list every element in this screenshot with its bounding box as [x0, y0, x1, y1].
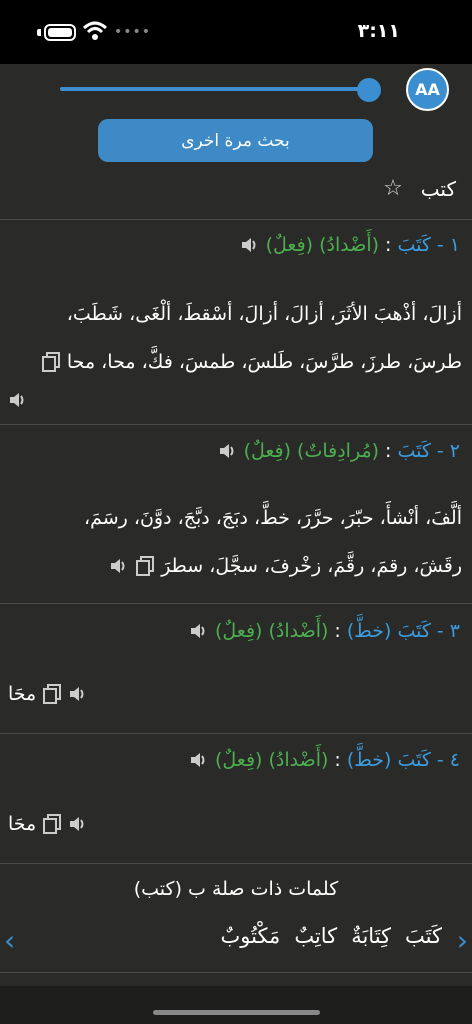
- speaker-icon[interactable]: [189, 750, 209, 770]
- wifi-icon: [82, 21, 108, 40]
- signal-dots-icon: ••••: [114, 24, 152, 40]
- entry-number: ٣ -: [436, 620, 460, 642]
- speaker-icon[interactable]: [68, 814, 88, 834]
- font-size-slider[interactable]: [60, 87, 370, 91]
- copy-icon[interactable]: [42, 683, 62, 705]
- copy-icon[interactable]: [41, 351, 61, 373]
- status-bar: •••• ٣:١١: [0, 0, 472, 64]
- divider: [0, 863, 472, 864]
- entry-4-line1: محَا: [8, 813, 37, 835]
- battery-icon: [44, 24, 76, 41]
- related-word[interactable]: كَتَبَ: [405, 924, 442, 948]
- divider: [0, 972, 472, 973]
- entry-pos: (فِعلٌ): [215, 749, 263, 771]
- word-title: كتب: [420, 176, 456, 201]
- entry-number: ٤ -: [436, 749, 460, 771]
- entry-1-line1: أزالَ، أذْهبَ الأثَرَ، أزالَ، أزالَ، أسْ…: [66, 303, 462, 325]
- font-size-slider-knob[interactable]: [357, 78, 381, 102]
- entry-relation: (أَضْدادُ): [268, 620, 329, 642]
- divider: [0, 733, 472, 734]
- entry-word[interactable]: كَتَبَ: [397, 234, 430, 256]
- entry-2-line2: رقَشَ، رقمَ، رقَّمَ، زخْرفَ، سجَّلَ، سطر…: [161, 555, 462, 577]
- entry-1-line2: طرسَ، طرزَ، طرَّسَ، طَلسَ، طمسَ، فكَّ، م…: [66, 351, 462, 373]
- entry-relation: (أَضْدادُ): [319, 234, 380, 256]
- bottom-bar: [0, 986, 472, 1024]
- status-time: ٣:١١: [357, 20, 400, 42]
- related-words-list: كَتَبَ كِتَابَةٌ كاتِبٌ مَكْتُوبٌ: [221, 924, 443, 948]
- entry-word[interactable]: كَتَبَ: [397, 749, 430, 771]
- home-indicator[interactable]: [153, 1010, 320, 1015]
- divider: [0, 424, 472, 425]
- chevron-left-icon[interactable]: ‹: [4, 924, 15, 957]
- divider: [0, 603, 472, 604]
- speaker-icon[interactable]: [189, 621, 209, 641]
- speaker-icon[interactable]: [218, 441, 238, 461]
- entry-number: ٢ -: [436, 440, 460, 462]
- entry-2-line2-row: رقَشَ، رقمَ، رقَّمَ، زخْرفَ، سجَّلَ، سطر…: [109, 542, 462, 590]
- entry-separator: :: [385, 234, 392, 256]
- speaker-icon[interactable]: [240, 235, 260, 255]
- entry-word[interactable]: كَتَبَ: [397, 440, 430, 462]
- word-header: كتب ☆: [383, 176, 456, 201]
- related-word[interactable]: كِتَابَةٌ: [351, 924, 391, 948]
- search-again-button[interactable]: بحث مرة اخرى: [98, 119, 373, 162]
- entry-pos: (فِعلٌ): [215, 620, 263, 642]
- entry-4-line1-row: محَا: [8, 800, 88, 848]
- entry-3-line1: محَا: [8, 683, 37, 705]
- entry-separator: :: [385, 440, 392, 462]
- entry-3-line1-row: محَا: [8, 670, 88, 718]
- favorite-star-icon[interactable]: ☆: [383, 176, 403, 201]
- entry-pos: (فِعلٌ): [265, 234, 314, 256]
- copy-icon[interactable]: [42, 813, 62, 835]
- entry-pos: (فِعلٌ): [243, 440, 292, 462]
- entry-3-title: ٣ - كَتَبَ (خطَّ) : (أَضْدادُ) (فِعلٌ): [189, 620, 460, 642]
- entry-1-line2-row: طرسَ، طرزَ، طرَّسَ، طَلسَ، طمسَ، فكَّ، م…: [41, 338, 462, 386]
- entry-word-variant[interactable]: (خطَّ): [347, 620, 392, 642]
- related-word[interactable]: كاتِبٌ: [294, 924, 337, 948]
- entry-1-title: ١ - كَتَبَ : (أَضْدادُ) (فِعلٌ): [240, 234, 460, 256]
- chevron-right-icon[interactable]: ›: [457, 924, 468, 957]
- entry-number: ١ -: [436, 234, 460, 256]
- entry-2-title: ٢ - كَتَبَ : (مُرادِفاتٌ) (فِعلٌ): [218, 440, 460, 462]
- entry-relation: (أَضْدادُ): [268, 749, 329, 771]
- entry-2-line1: ألَّفَ، أنْشأَ، حبّرَ، حرَّرَ، خطَّ، دبَ…: [83, 507, 462, 529]
- entry-word-variant[interactable]: (خطَّ): [347, 749, 392, 771]
- speaker-icon[interactable]: [8, 390, 28, 410]
- related-words-title: كلمات ذات صلة ب (كتب): [133, 878, 339, 900]
- font-size-button[interactable]: AA: [406, 68, 449, 111]
- speaker-icon[interactable]: [109, 556, 129, 576]
- divider: [0, 219, 472, 220]
- copy-icon[interactable]: [135, 555, 155, 577]
- entry-relation: (مُرادِفاتٌ): [297, 440, 380, 462]
- speaker-icon[interactable]: [68, 684, 88, 704]
- related-word[interactable]: مَكْتُوبٌ: [221, 924, 281, 948]
- entry-separator: :: [334, 620, 341, 642]
- entry-word[interactable]: كَتَبَ: [397, 620, 430, 642]
- entry-separator: :: [334, 749, 341, 771]
- entry-4-title: ٤ - كَتَبَ (خطَّ) : (أَضْدادُ) (فِعلٌ): [189, 749, 460, 771]
- battery-tip: [37, 29, 41, 36]
